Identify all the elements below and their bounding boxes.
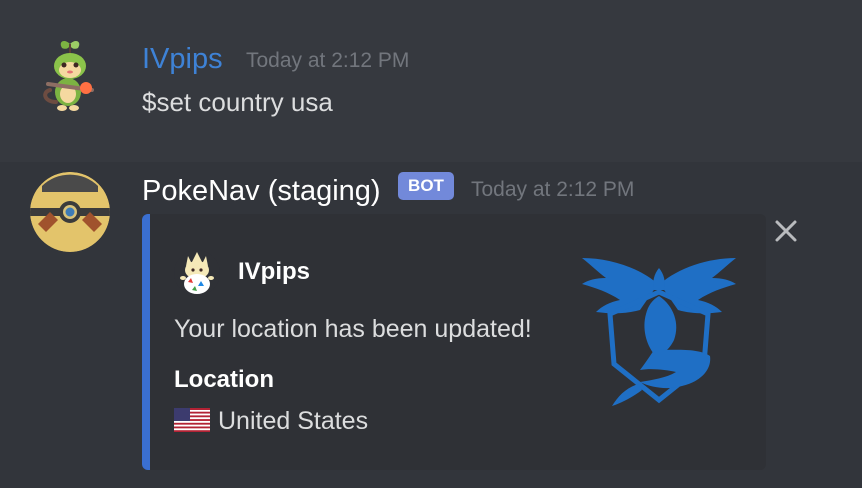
message-pokenav: PokeNav (staging) BOT Today at 2:12 PM I… <box>0 162 862 488</box>
grookey-avatar-icon[interactable] <box>30 36 110 116</box>
embed-field-value-text: United States <box>218 407 369 435</box>
timestamp: Today at 2:12 PM <box>471 178 635 201</box>
bot-badge: BOT <box>398 172 454 200</box>
message-ivpips: IVpips Today at 2:12 PM $set country usa <box>0 0 862 162</box>
togepi-icon <box>174 250 220 296</box>
pokeball-avatar-icon[interactable] <box>30 172 110 252</box>
team-mystic-icon[interactable] <box>580 244 738 412</box>
close-icon[interactable] <box>772 217 800 245</box>
embed-description: Your location has been updated! <box>174 315 532 343</box>
embed-field-name: Location <box>174 366 274 393</box>
embed-accent-bar <box>142 214 150 470</box>
username[interactable]: IVpips <box>142 42 223 76</box>
message-content: $set country usa <box>142 87 333 117</box>
timestamp: Today at 2:12 PM <box>246 49 410 72</box>
embed-author-name[interactable]: IVpips <box>238 258 310 286</box>
us-flag-icon <box>174 408 210 433</box>
embed: IVpips Your location has been updated! L… <box>142 214 766 470</box>
username[interactable]: PokeNav (staging) <box>142 174 381 208</box>
chat-view: IVpips Today at 2:12 PM $set country usa… <box>0 0 862 488</box>
embed-field-value: United States <box>174 406 368 436</box>
